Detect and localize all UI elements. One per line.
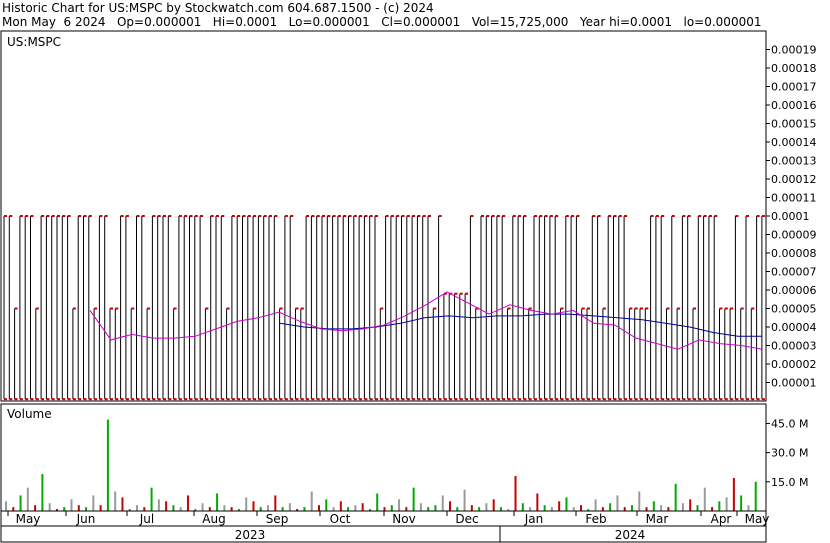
- year-label-2024: 2024: [615, 528, 646, 542]
- month-label: Sep: [266, 512, 289, 526]
- month-label: Dec: [455, 512, 478, 526]
- volume-axis: 45.0 M 30.0 M 15.0 M: [766, 417, 808, 489]
- month-label: Oct: [330, 512, 351, 526]
- price-tick-label: 0.00007: [771, 266, 817, 279]
- volume-tick-label: 30.0 M: [771, 447, 808, 460]
- price-tick-label: 0.00014: [771, 136, 817, 149]
- year-axis: [0, 525, 767, 543]
- price-tick-label: 0.00005: [771, 303, 817, 316]
- month-label: May: [745, 512, 770, 526]
- price-tick-label: 0.00018: [771, 62, 817, 75]
- price-tick-label: 0.00013: [771, 155, 817, 168]
- month-label: Jul: [139, 512, 154, 526]
- price-tick-label: 0.00015: [771, 118, 817, 131]
- month-label: Mar: [646, 512, 669, 526]
- price-tick-label: 0.00019: [771, 44, 817, 57]
- month-label: May: [16, 512, 41, 526]
- volume-label: Volume: [7, 407, 52, 421]
- symbol-label: US:MSPC: [7, 35, 61, 49]
- stock-chart: 0.00019 0.00018 0.00017 0.00016 0.00015 0.000…: [0, 30, 817, 543]
- price-tick-label: 0.00001: [771, 377, 817, 390]
- price-axis: 0.00019 0.00018 0.00017 0.00016 0.00015 0.000…: [766, 44, 817, 390]
- volume-tick-label: 15.0 M: [771, 476, 808, 489]
- price-tick-label: 0.00002: [771, 358, 817, 371]
- month-label: Aug: [202, 512, 225, 526]
- price-tick-label: 0.0001: [771, 210, 810, 223]
- price-tick-label: 0.00016: [771, 99, 817, 112]
- month-label: Apr: [711, 512, 732, 526]
- price-tick-label: 0.00008: [771, 247, 817, 260]
- price-tick-label: 0.00003: [771, 340, 817, 353]
- month-label: Nov: [392, 512, 415, 526]
- month-label: Jun: [76, 512, 96, 526]
- price-tick-label: 0.00006: [771, 284, 817, 297]
- price-tick-label: 0.00011: [771, 192, 817, 205]
- month-label: Feb: [585, 512, 606, 526]
- price-tick-label: 0.00009: [771, 229, 817, 242]
- price-tick-label: 0.00012: [771, 173, 817, 186]
- month-label: Jan: [524, 512, 544, 526]
- year-label-2023: 2023: [235, 528, 266, 542]
- price-tick-label: 0.00017: [771, 81, 817, 94]
- price-tick-label: 0.00004: [771, 321, 817, 334]
- volume-tick-label: 45.0 M: [771, 417, 808, 430]
